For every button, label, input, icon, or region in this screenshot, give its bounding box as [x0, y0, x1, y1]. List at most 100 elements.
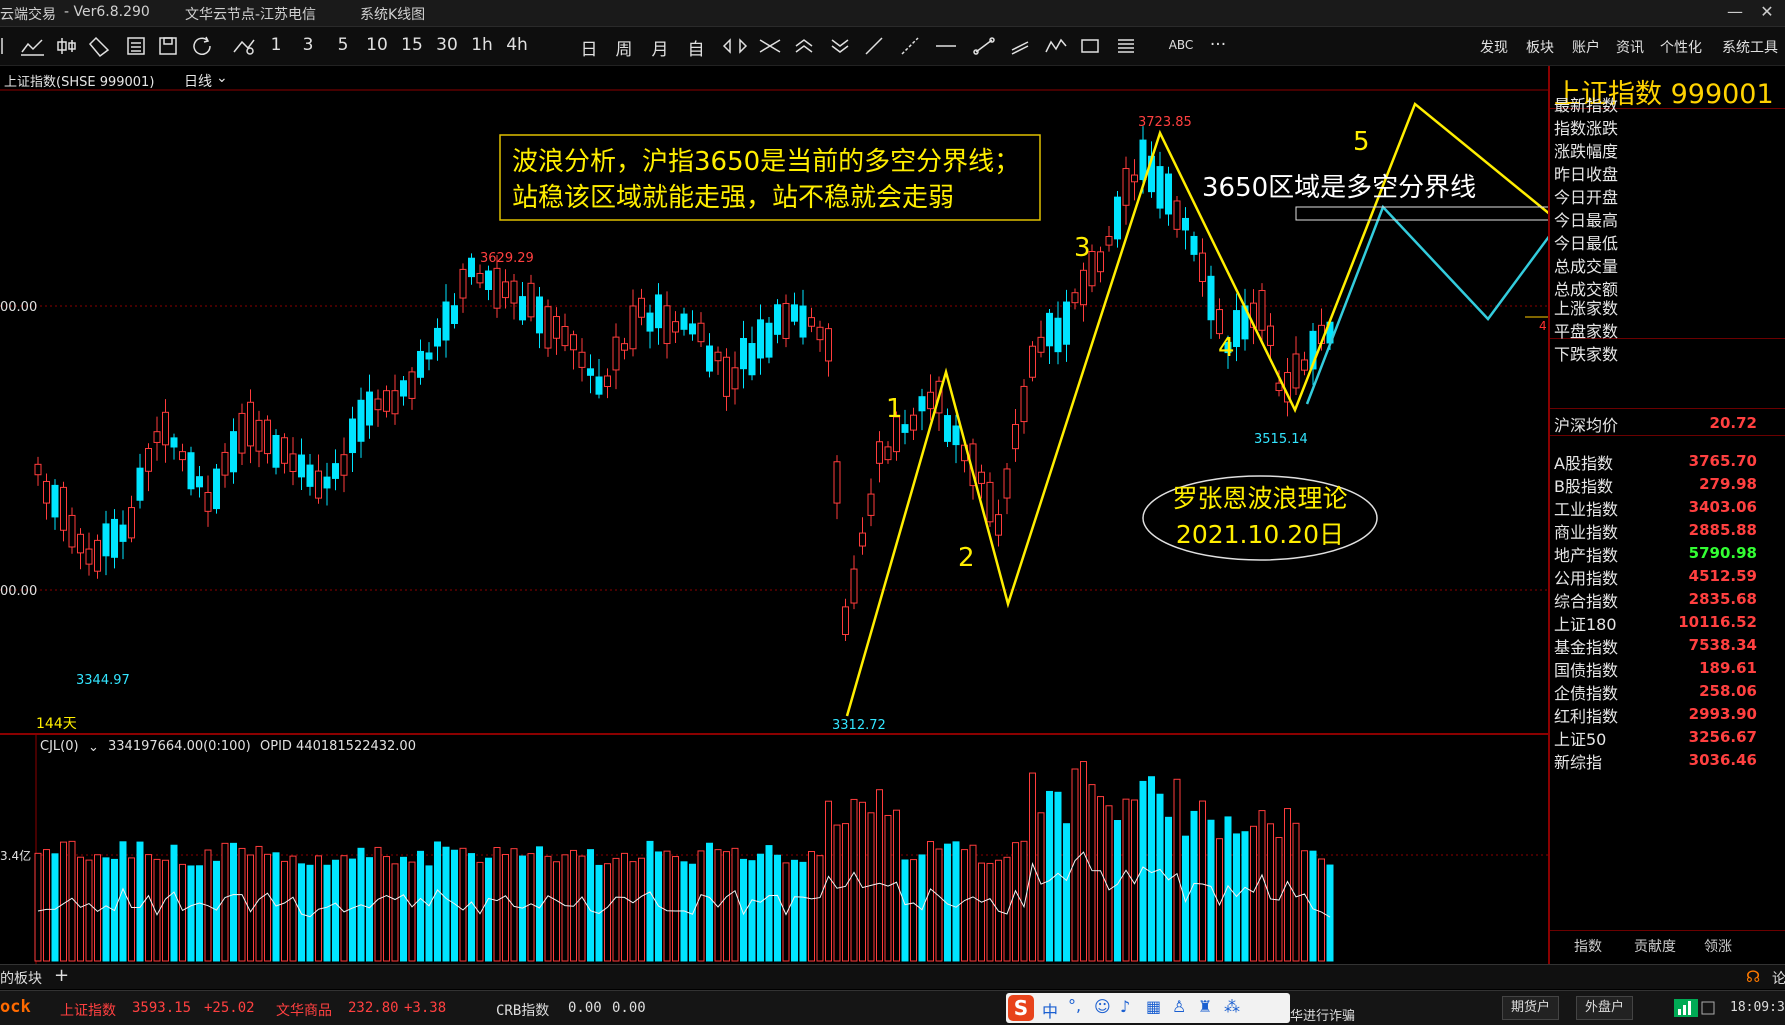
zoom-fit-icon[interactable]: [722, 38, 748, 54]
rectangle-icon[interactable]: [1081, 39, 1099, 53]
menu-account[interactable]: 账户: [1572, 37, 1600, 57]
ime-mode[interactable]: 中: [1042, 998, 1058, 1022]
index-name[interactable]: A股指数: [1554, 450, 1613, 474]
menu-news[interactable]: 资讯: [1616, 37, 1644, 57]
index-name[interactable]: 商业指数: [1554, 519, 1618, 543]
high-label-3629: 3629.29: [480, 251, 534, 266]
candle-body: [1131, 174, 1138, 183]
volume-bar: [1088, 784, 1096, 962]
candle-body: [391, 390, 399, 415]
segment-icon[interactable]: [973, 37, 995, 55]
period-4h[interactable]: 4h: [505, 35, 529, 57]
boundary-zone-box: [1295, 206, 1548, 221]
menu-sectors[interactable]: 板块: [1526, 37, 1554, 57]
candle-icon[interactable]: [57, 38, 76, 54]
wave-icon[interactable]: [1045, 38, 1067, 53]
channel-icon[interactable]: [1011, 41, 1029, 55]
ray-line-icon[interactable]: [901, 37, 919, 55]
candle-body: [995, 514, 1002, 536]
index-name[interactable]: 新综指: [1554, 749, 1602, 773]
volume-bar: [1199, 800, 1206, 962]
period-week[interactable]: 周: [612, 35, 636, 60]
index-name[interactable]: 企债指数: [1554, 680, 1618, 704]
candle-body: [400, 380, 407, 397]
candle-body: [689, 323, 696, 335]
tab-index[interactable]: 指数: [1574, 936, 1602, 956]
index-name[interactable]: B股指数: [1554, 473, 1613, 497]
line-chart-icon[interactable]: [21, 39, 44, 56]
toolbox-icon[interactable]: ⁂: [1224, 997, 1240, 1016]
period-3m[interactable]: 3: [300, 35, 316, 57]
candle-body: [910, 414, 917, 431]
period-30m[interactable]: 30: [435, 35, 459, 57]
user-icon[interactable]: ♙: [1172, 997, 1186, 1016]
volume-bar: [884, 814, 892, 962]
volume-indicator-name[interactable]: CJL(0): [40, 739, 79, 754]
index-name[interactable]: 综合指数: [1554, 588, 1618, 612]
more-tools-button[interactable]: ···: [1206, 35, 1230, 57]
refresh-icon[interactable]: [193, 36, 211, 55]
volume-bar: [170, 844, 178, 962]
ime-logo-icon[interactable]: S: [1008, 995, 1034, 1021]
index-name[interactable]: 工业指数: [1554, 496, 1618, 520]
candle-body: [1054, 317, 1062, 353]
period-15m[interactable]: 15: [400, 35, 424, 57]
period-10m[interactable]: 10: [365, 35, 389, 57]
zoom-in-icon[interactable]: [795, 39, 813, 53]
volume-bar: [102, 857, 110, 962]
compare-icon[interactable]: [233, 39, 255, 55]
text-block-icon[interactable]: [1118, 39, 1134, 53]
candle-body: [825, 328, 832, 362]
period-custom[interactable]: 自: [684, 35, 708, 60]
trend-line-icon[interactable]: [865, 37, 883, 55]
menu-system-tools[interactable]: 系统工具: [1722, 37, 1778, 57]
menu-personalize[interactable]: 个性化: [1660, 37, 1702, 57]
emoji-icon[interactable]: ☺: [1094, 997, 1111, 1016]
index-name[interactable]: 地产指数: [1554, 542, 1618, 566]
period-5m[interactable]: 5: [335, 35, 351, 57]
ticker-name-3[interactable]: CRB指数: [496, 1000, 549, 1020]
kline-chart[interactable]: 00.00 00.00 144天 4 3629.29 3723.85 3344.…: [0, 66, 1548, 964]
period-month[interactable]: 月: [648, 35, 672, 60]
volume-bar: [774, 854, 781, 962]
sector-tab[interactable]: 的板块: [0, 968, 42, 988]
index-name[interactable]: 基金指数: [1554, 634, 1618, 658]
index-name[interactable]: 国债指数: [1554, 657, 1618, 681]
index-name[interactable]: 公用指数: [1554, 565, 1618, 589]
zoom-out-icon[interactable]: [831, 39, 849, 53]
volume-bar: [221, 842, 229, 962]
microphone-icon[interactable]: ♪: [1120, 997, 1130, 1016]
minimize-button[interactable]: —: [1720, 2, 1750, 24]
close-button[interactable]: ✕: [1752, 2, 1782, 24]
candle-body: [1122, 168, 1130, 206]
expand-icon[interactable]: [759, 39, 781, 53]
skin-icon[interactable]: ♜: [1198, 997, 1212, 1016]
ruler-icon[interactable]: [88, 36, 110, 58]
headset-icon[interactable]: ☊: [1746, 967, 1760, 986]
save-icon[interactable]: [159, 37, 177, 55]
index-name[interactable]: 上证180: [1554, 611, 1617, 635]
text-tool-button[interactable]: ABC: [1166, 38, 1196, 60]
chevron-down-icon[interactable]: ⌄: [88, 740, 99, 755]
tab-contribution[interactable]: 贡献度: [1634, 936, 1676, 956]
ticker-name-1[interactable]: 上证指数: [60, 1000, 116, 1020]
template-icon[interactable]: [127, 37, 145, 55]
period-1m[interactable]: 1: [268, 35, 284, 57]
add-tab-button[interactable]: +: [54, 965, 69, 986]
keyboard-icon[interactable]: ▦: [1146, 997, 1161, 1016]
candle-body: [867, 493, 875, 516]
tab-top-gainers[interactable]: 领涨: [1704, 936, 1732, 956]
punctuation-icon[interactable]: °,: [1068, 996, 1081, 1015]
ticker-name-2[interactable]: 文华商品: [276, 1000, 332, 1020]
index-name[interactable]: 上证50: [1554, 726, 1606, 750]
menu-discover[interactable]: 发现: [1480, 37, 1508, 57]
futures-account-button[interactable]: 期货户: [1502, 996, 1560, 1020]
period-day[interactable]: 日: [577, 35, 601, 60]
outer-account-button[interactable]: 外盘户: [1576, 996, 1634, 1020]
forum-link[interactable]: 论: [1772, 968, 1785, 988]
period-1h[interactable]: 1h: [470, 35, 494, 57]
candle-body: [1182, 217, 1189, 231]
candle-body: [85, 548, 93, 565]
candle-body: [349, 418, 356, 454]
index-name[interactable]: 红利指数: [1554, 703, 1618, 727]
